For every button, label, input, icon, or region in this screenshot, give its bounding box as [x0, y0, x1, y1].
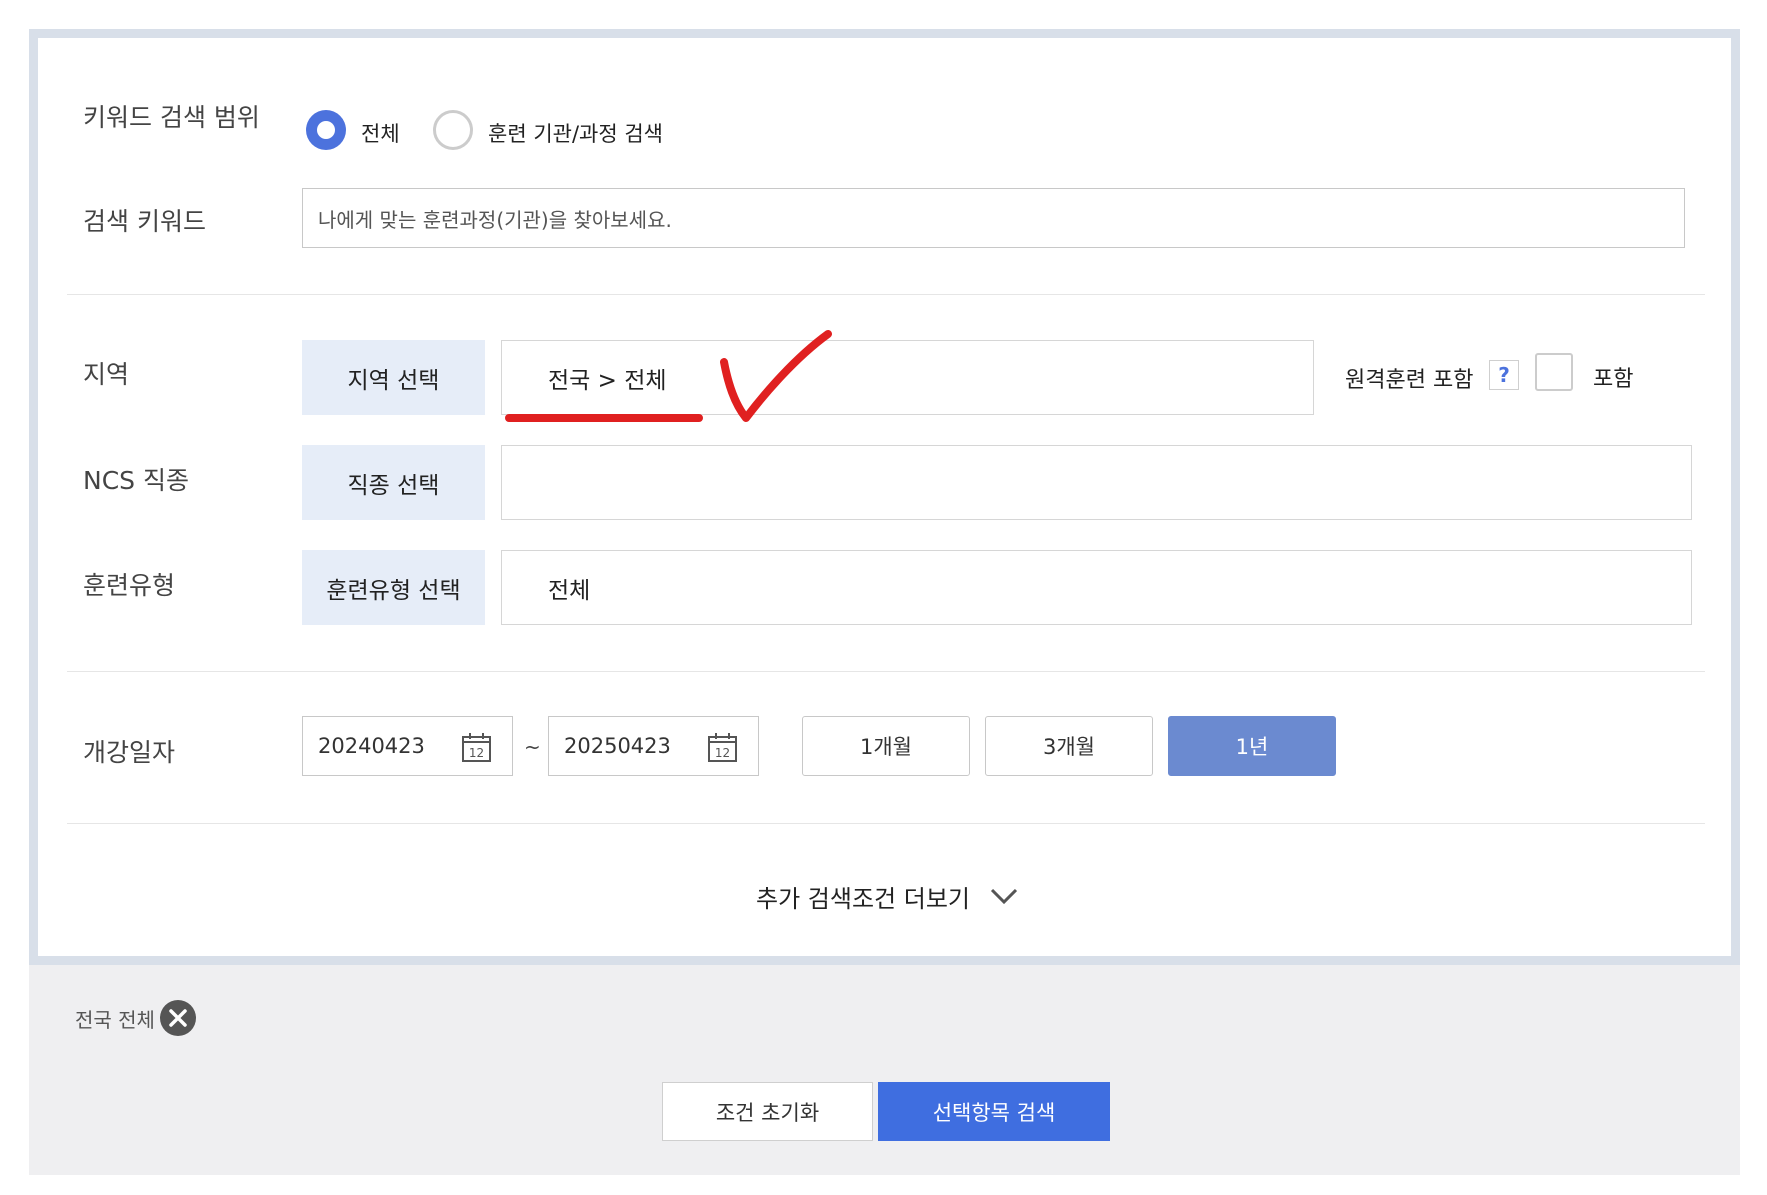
keyword-placeholder: 나에게 맞는 훈련과정(기관)을 찾아보세요.: [318, 207, 672, 232]
chevron-down-icon: [990, 888, 1018, 905]
include-remote-label[interactable]: 포함: [1593, 361, 1633, 393]
date-range-separator: ~: [524, 735, 541, 759]
period-1-year-button[interactable]: 1년: [1168, 716, 1336, 776]
search-button[interactable]: 선택항목 검색: [878, 1082, 1110, 1141]
start-date-to-value: 20250423: [564, 734, 671, 758]
more-conditions-toggle[interactable]: 추가 검색조건 더보기: [756, 880, 1018, 913]
training-type-value: 전체: [548, 577, 591, 604]
ncs-label: NCS 직종: [83, 466, 189, 495]
calendar-icon-text: 12: [469, 746, 484, 760]
keyword-label: 검색 키워드: [83, 207, 206, 236]
annotation-checkmark-icon: [720, 330, 832, 422]
annotation-underline: [505, 414, 703, 422]
start-date-to-input[interactable]: 20250423 12: [548, 716, 759, 776]
radio-scope-all[interactable]: [306, 110, 346, 150]
ncs-select-button[interactable]: 직종 선택: [302, 445, 485, 520]
region-value: 전국 > 전체: [548, 367, 667, 394]
training-type-select-button[interactable]: 훈련유형 선택: [302, 550, 485, 625]
ncs-value-field: [501, 445, 1692, 520]
keyword-scope-label: 키워드 검색 범위: [83, 103, 260, 132]
include-remote-checkbox[interactable]: [1535, 353, 1573, 391]
start-date-from-value: 20240423: [318, 734, 425, 758]
radio-scope-institution[interactable]: [433, 110, 473, 150]
section-divider: [67, 294, 1705, 295]
period-3-month-button[interactable]: 3개월: [985, 716, 1153, 776]
period-1-month-button[interactable]: 1개월: [802, 716, 970, 776]
calendar-icon[interactable]: 12: [707, 732, 738, 763]
region-select-button[interactable]: 지역 선택: [302, 340, 485, 415]
start-date-label: 개강일자: [83, 738, 176, 767]
section-divider: [67, 671, 1705, 672]
calendar-icon[interactable]: 12: [461, 732, 492, 763]
region-label: 지역: [83, 360, 130, 389]
reset-button[interactable]: 조건 초기화: [662, 1082, 873, 1141]
more-conditions-label: 추가 검색조건 더보기: [756, 884, 970, 913]
start-date-from-input[interactable]: 20240423 12: [302, 716, 513, 776]
keyword-input[interactable]: 나에게 맞는 훈련과정(기관)을 찾아보세요.: [302, 188, 1685, 248]
region-value-field: 전국 > 전체: [501, 340, 1314, 415]
remote-training-label: 원격훈련 포함: [1345, 368, 1474, 393]
radio-scope-institution-label[interactable]: 훈련 기관/과정 검색: [488, 118, 663, 148]
calendar-icon-text: 12: [715, 746, 730, 760]
radio-scope-all-label[interactable]: 전체: [361, 118, 400, 148]
training-type-value-field: 전체: [501, 550, 1692, 625]
close-circle-icon[interactable]: [160, 1000, 196, 1036]
help-icon[interactable]: ?: [1489, 360, 1519, 390]
selected-conditions-bar: [29, 965, 1740, 1175]
section-divider: [67, 823, 1705, 824]
selected-chip-label: 전국 전체: [75, 1008, 155, 1032]
training-type-label: 훈련유형: [83, 571, 176, 600]
